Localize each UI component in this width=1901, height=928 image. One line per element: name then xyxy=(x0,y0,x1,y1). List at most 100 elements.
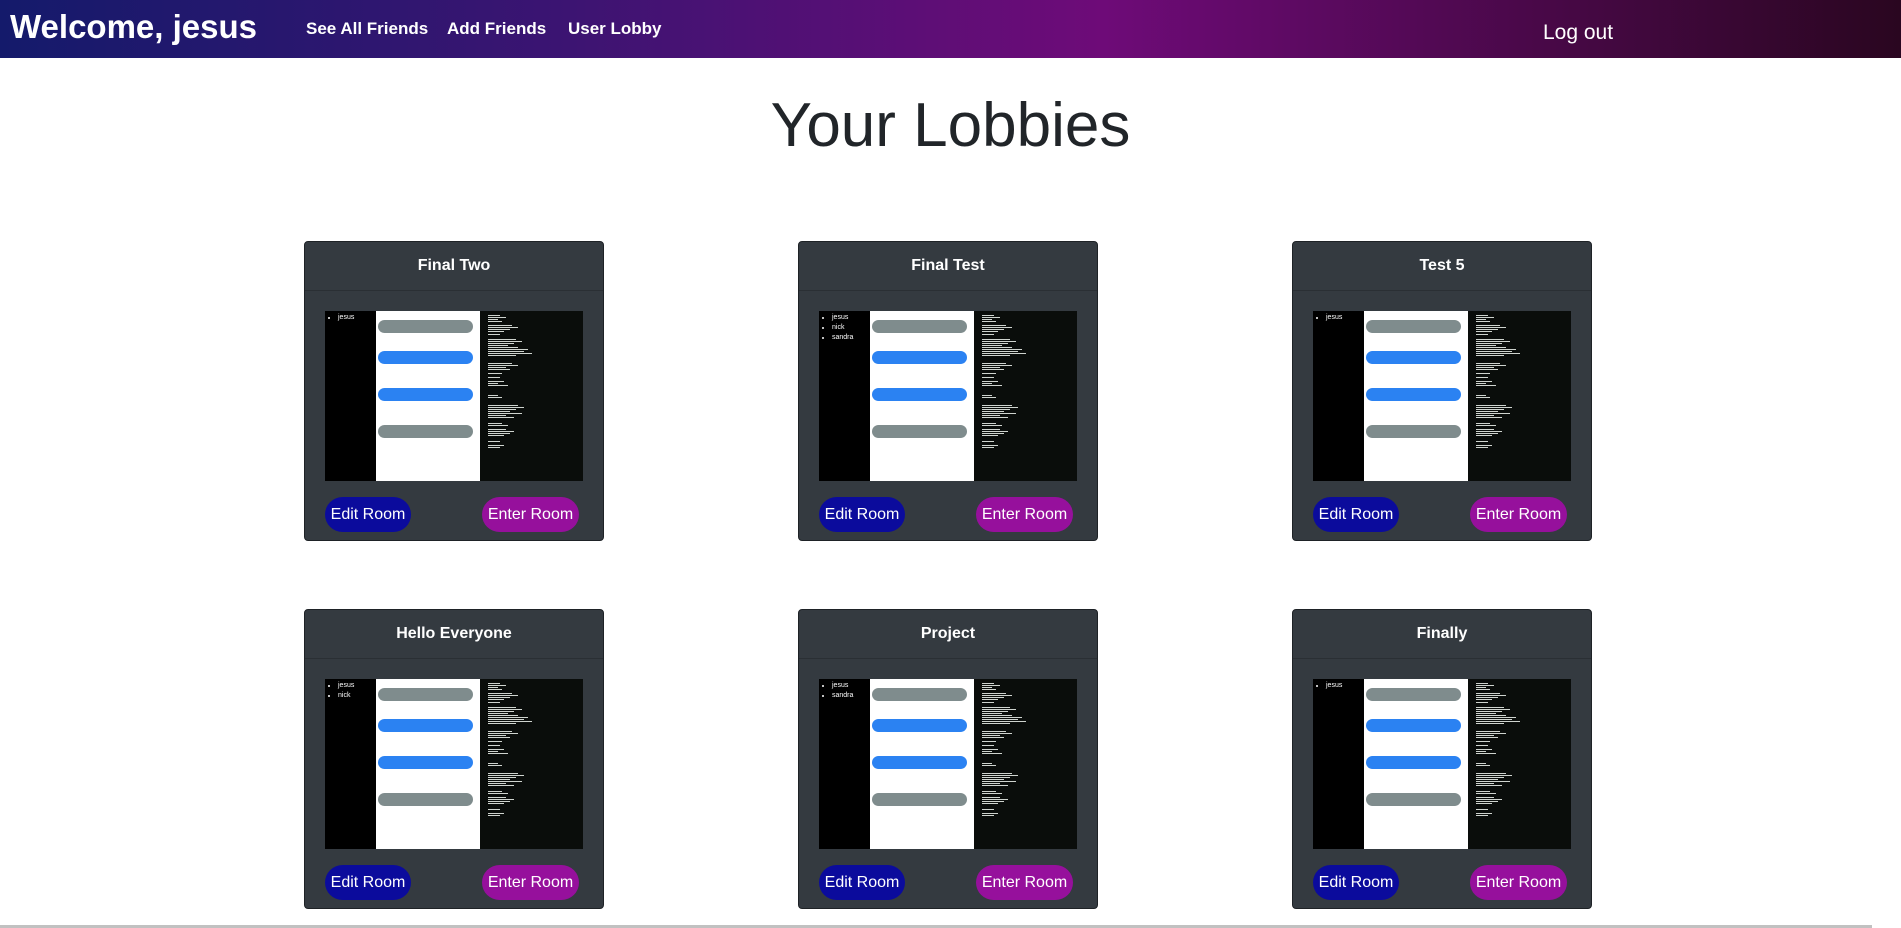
preview-code-line xyxy=(488,815,500,816)
edit-room-button[interactable]: Edit Room xyxy=(819,497,905,532)
preview-code-line xyxy=(982,353,1026,354)
edit-room-button[interactable]: Edit Room xyxy=(1313,497,1399,532)
lobby-card: Hello Everyone jesusnick Edit Room Enter… xyxy=(304,609,604,909)
preview-code-line xyxy=(488,417,514,418)
lobby-preview-thumbnail: jesusnick xyxy=(325,679,583,849)
preview-code-line xyxy=(1476,331,1492,332)
preview-chat-bubble xyxy=(872,719,967,732)
nav-see-all-friends[interactable]: See All Friends xyxy=(306,19,428,39)
preview-user-item: jesus xyxy=(1326,313,1364,323)
preview-code-line xyxy=(1476,409,1504,410)
enter-room-button[interactable]: Enter Room xyxy=(976,865,1073,900)
nav-user-lobby[interactable]: User Lobby xyxy=(568,19,662,39)
lobby-name: Hello Everyone xyxy=(305,610,603,659)
preview-code-line xyxy=(1476,713,1496,714)
nav-add-friends[interactable]: Add Friends xyxy=(447,19,546,39)
enter-room-button[interactable]: Enter Room xyxy=(976,497,1073,532)
enter-room-button[interactable]: Enter Room xyxy=(1470,497,1567,532)
preview-code-line xyxy=(488,317,506,318)
preview-code-line xyxy=(488,373,502,374)
preview-code-line xyxy=(982,753,1002,754)
preview-code-line xyxy=(1476,763,1486,764)
preview-code-line xyxy=(1476,693,1500,694)
preview-code-line xyxy=(1476,721,1520,722)
logout-link[interactable]: Log out xyxy=(1543,21,1613,45)
preview-chat-panel xyxy=(376,311,480,481)
preview-code-line xyxy=(1476,417,1502,418)
preview-chat-bubble xyxy=(378,351,473,364)
preview-code-line xyxy=(982,707,1010,708)
preview-code-line xyxy=(982,731,1006,732)
lobby-name: Test 5 xyxy=(1293,242,1591,291)
preview-code-line xyxy=(488,339,516,340)
preview-code-line xyxy=(982,435,998,436)
preview-code-line xyxy=(982,315,994,316)
preview-code-line xyxy=(488,695,518,696)
preview-code-line xyxy=(1476,785,1502,786)
preview-code-line xyxy=(1476,733,1506,734)
preview-code-line xyxy=(488,717,528,718)
preview-code-line xyxy=(488,409,516,410)
edit-room-button[interactable]: Edit Room xyxy=(325,865,411,900)
preview-code-line xyxy=(1476,683,1488,684)
preview-chat-bubble xyxy=(1366,425,1461,438)
preview-code-line xyxy=(488,745,500,746)
preview-user-list: jesusnicksandra xyxy=(819,311,870,481)
preview-code-line xyxy=(1476,707,1504,708)
preview-code-line xyxy=(488,345,508,346)
edit-room-button[interactable]: Edit Room xyxy=(325,497,411,532)
preview-code-line xyxy=(982,783,1000,784)
preview-code-line xyxy=(488,343,514,344)
preview-code-line xyxy=(982,702,994,703)
preview-code-panel xyxy=(974,679,1077,849)
preview-code-line xyxy=(982,683,994,684)
preview-code-line xyxy=(982,717,1022,718)
preview-code-line xyxy=(982,417,1008,418)
preview-code-line xyxy=(488,405,518,406)
preview-code-line xyxy=(488,753,508,754)
preview-code-line xyxy=(982,425,1002,426)
preview-code-line xyxy=(1476,695,1506,696)
edit-room-button[interactable]: Edit Room xyxy=(1313,865,1399,900)
preview-code-line xyxy=(488,687,498,688)
preview-code-line xyxy=(488,429,506,430)
preview-code-line xyxy=(982,321,996,322)
welcome-brand[interactable]: Welcome, jesus xyxy=(10,8,257,46)
preview-code-line xyxy=(1476,801,1498,802)
preview-chat-bubble xyxy=(872,688,967,701)
preview-chat-bubble xyxy=(872,793,967,806)
preview-code-line xyxy=(1476,781,1510,782)
preview-code-line xyxy=(982,381,998,382)
preview-code-line xyxy=(1476,777,1504,778)
preview-code-line xyxy=(1476,779,1498,780)
preview-code-line xyxy=(488,365,518,366)
edit-room-button[interactable]: Edit Room xyxy=(819,865,905,900)
preview-code-line xyxy=(982,347,1012,348)
preview-code-line xyxy=(488,813,504,814)
enter-room-button[interactable]: Enter Room xyxy=(482,865,579,900)
preview-chat-bubble xyxy=(378,756,473,769)
preview-code-line xyxy=(982,777,1010,778)
preview-code-line xyxy=(488,325,512,326)
preview-code-line xyxy=(488,773,518,774)
preview-code-line xyxy=(982,791,996,792)
preview-code-line xyxy=(982,775,1018,776)
preview-chat-panel xyxy=(870,311,974,481)
preview-code-line xyxy=(488,383,498,384)
preview-code-line xyxy=(488,377,500,378)
preview-code-line xyxy=(488,433,510,434)
preview-chat-bubble xyxy=(872,320,967,333)
preview-code-line xyxy=(982,433,1004,434)
preview-code-line xyxy=(488,341,522,342)
preview-code-line xyxy=(982,809,994,810)
preview-code-line xyxy=(1476,685,1494,686)
enter-room-button[interactable]: Enter Room xyxy=(1470,865,1567,900)
enter-room-button[interactable]: Enter Room xyxy=(482,497,579,532)
preview-code-line xyxy=(488,363,512,364)
preview-code-line xyxy=(982,735,1000,736)
preview-code-line xyxy=(488,423,502,424)
preview-code-line xyxy=(982,751,992,752)
preview-code-line xyxy=(488,779,510,780)
preview-code-line xyxy=(982,689,996,690)
preview-code-line xyxy=(488,407,524,408)
